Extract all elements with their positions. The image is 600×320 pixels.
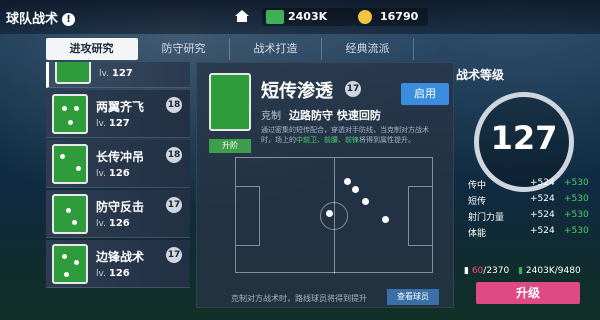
upgrade-button[interactable]: 升级 [476,282,580,304]
tactic-name: 长传冲吊 [96,150,145,164]
tactic-detail-panel: 短传渗透 17 启用 克制 边路防守 快速回防 通过密集的短传配合，穿透对手防线，… [196,62,454,308]
counter-label: 克制 [261,111,281,122]
top-bar: 球队战术! 2403K 16790 [0,0,600,34]
tactic-badge: 17 [166,197,182,213]
tactic-card-0[interactable]: lv. 127 [46,62,190,88]
pitch-center-circle [320,202,348,230]
pitch-diagram [235,157,433,274]
coin-value: 16790 [380,10,419,23]
apply-button[interactable]: 启用 [401,83,449,105]
level-ring: 127 [474,92,574,192]
upstep-button[interactable]: 升阶 [209,139,251,153]
tactic-level: lv. 127 [96,118,130,129]
player-dot [326,210,333,217]
tactic-level: lv. 126 [96,218,130,229]
tactic-board-icon [52,144,88,184]
tactic-board-icon [209,73,251,131]
tactic-board-icon [52,94,88,134]
tactic-badge: 17 [345,81,361,97]
level-panel-title: 战术等级 [456,68,505,82]
cash-value: 2403K [288,10,328,23]
tactic-description: 通过密集的短传配合，穿透对手防线，当克制对方战术时，场上的中前卫、前腰、前锋将得… [261,126,429,144]
home-icon[interactable] [234,9,250,23]
tactic-badge: 17 [166,247,182,263]
cash-icon [266,10,284,24]
stat-row: 体能 +524 +530 [468,226,589,239]
page-title-text: 球队战术 [6,12,59,27]
page-title: 球队战术! [6,8,76,27]
player-dot [352,186,359,193]
tactic-name: 边锋战术 [96,250,145,264]
player-dot [382,216,389,223]
player-dot [344,178,351,185]
cash-resource: 2403K [262,8,354,26]
stat-row: 短传 +524 +530 [468,194,589,207]
card-icon: ▮ [464,266,469,276]
coin-icon [358,10,372,24]
level-number: 127 [490,119,558,157]
tab-defense-research[interactable]: 防守研究 [138,38,230,60]
upgrade-cost: ▮ 60/2370 ▮ 2403K/9480 [464,266,581,276]
stat-row: 传中 +524 +530 [468,178,589,191]
tactic-card-3[interactable]: 防守反击 17 lv. 126 [46,190,190,238]
stat-row: 射门力量 +524 +530 [468,210,589,223]
tactic-board-icon [52,194,88,234]
tab-bar: 进攻研究 防守研究 战术打造 经典流派 [46,38,416,60]
tactic-title: 短传渗透 [261,81,333,102]
tactic-footnote: 克制对方战术时，路线球员将得到提升 [231,294,367,303]
tactic-level: lv. 126 [96,168,130,179]
tactic-board-icon [55,62,91,84]
cash-icon: ▮ [518,266,524,276]
player-dot [362,198,369,205]
tactic-list: lv. 127 两翼齐飞 18 lv. 127 长传冲吊 18 lv. 126 … [46,62,190,320]
info-icon[interactable]: ! [62,13,76,26]
counter-values: 边路防守 快速回防 [289,109,381,122]
coin-resource: 16790 [354,8,428,26]
tactic-card-1[interactable]: 两翼齐飞 18 lv. 127 [46,90,190,138]
pitch-box-left [236,186,260,246]
tab-tactic-build[interactable]: 战术打造 [230,38,322,60]
tactic-board-icon [52,244,88,284]
tactic-name: 防守反击 [96,200,145,214]
tactic-name: 两翼齐飞 [96,100,145,114]
tactic-level: lv. 127 [99,68,133,79]
view-players-button[interactable]: 查看球员 [387,289,439,305]
tactic-badge: 18 [166,147,182,163]
pitch-box-right [408,186,432,246]
tactic-card-2[interactable]: 长传冲吊 18 lv. 126 [46,140,190,188]
tactic-level: lv. 126 [96,268,130,279]
counter-row: 克制 边路防守 快速回防 [261,107,381,123]
tab-attack-research[interactable]: 进攻研究 [46,38,138,60]
tactic-card-4[interactable]: 边锋战术 17 lv. 126 [46,240,190,288]
level-panel: 战术等级 127 传中 +524 +530 短传 +524 +530 射门力量 +524 +… [456,62,592,320]
tab-classic-style[interactable]: 经典流派 [322,38,414,60]
tactic-badge: 18 [166,97,182,113]
